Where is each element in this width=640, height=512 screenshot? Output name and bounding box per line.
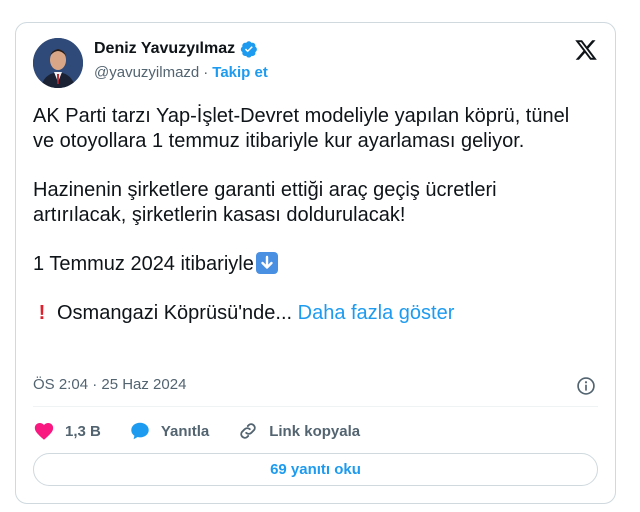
like-button[interactable]: 1,3 B xyxy=(33,420,101,442)
action-bar: 1,3 B Yanıtla Link kopyala xyxy=(33,420,388,442)
reply-bubble-icon xyxy=(131,422,149,440)
show-more-link[interactable]: Daha fazla göster xyxy=(298,302,455,324)
separator: · xyxy=(203,64,209,81)
exclamation-emoji-icon: ! xyxy=(38,302,46,324)
info-icon[interactable] xyxy=(576,376,596,396)
down-arrow-emoji-icon xyxy=(255,252,278,274)
tweet-paragraph-4-text: Osmangazi Köprüsü'nde... xyxy=(57,302,293,324)
author-name-row[interactable]: Deniz Yavuzyılmaz xyxy=(94,40,258,58)
author-handle[interactable]: @yavuzyilmazd xyxy=(94,64,199,81)
follow-button[interactable]: Takip et xyxy=(212,64,268,81)
tweet-paragraph-4: ! Osmangazi Köprüsü'nde... Daha fazla gös… xyxy=(33,301,593,326)
reply-button[interactable]: Yanıtla xyxy=(129,420,209,442)
tweet-paragraph-3-text: 1 Temmuz 2024 itibariyle xyxy=(33,253,254,275)
tweet-paragraph-3: 1 Temmuz 2024 itibariyle xyxy=(33,252,593,277)
verified-badge-icon xyxy=(240,41,257,58)
author-name[interactable]: Deniz Yavuzyılmaz xyxy=(94,40,235,58)
read-replies-button[interactable]: 69 yanıtı oku xyxy=(33,453,598,486)
divider xyxy=(33,406,598,407)
tweet-text: AK Parti tarzı Yap-İşlet-Devret modeliyl… xyxy=(33,104,593,326)
tweet-paragraph-1: AK Parti tarzı Yap-İşlet-Devret modeliyl… xyxy=(33,105,570,152)
x-logo-icon[interactable] xyxy=(574,38,598,62)
tweet-paragraph-2: Hazinenin şirketlere garanti ettiği araç… xyxy=(33,179,497,226)
avatar[interactable] xyxy=(33,38,83,88)
reply-label: Yanıtla xyxy=(160,422,210,440)
like-count: 1,3 B xyxy=(65,422,101,440)
timestamp[interactable]: ÖS 2:04 · 25 Haz 2024 xyxy=(33,376,186,393)
heart-icon xyxy=(34,423,54,440)
handle-row: @yavuzyilmazd · Takip et xyxy=(94,64,268,81)
copy-link-label: Link kopyala xyxy=(269,422,361,440)
link-icon xyxy=(240,423,256,439)
copy-link-button[interactable]: Link kopyala xyxy=(237,420,360,442)
